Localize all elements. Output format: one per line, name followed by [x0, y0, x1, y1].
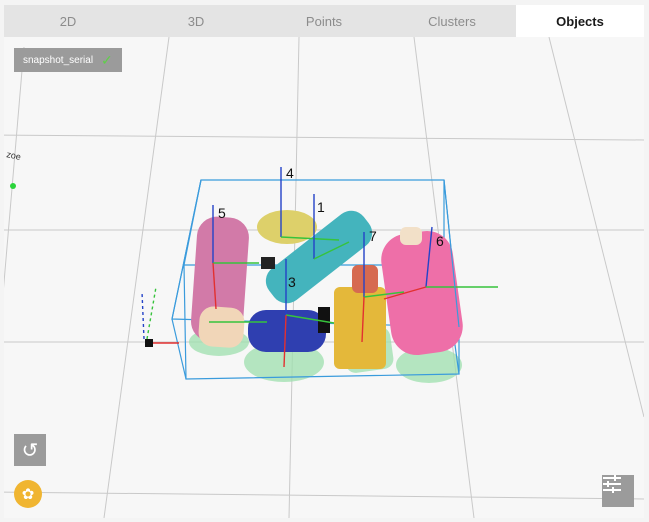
3d-viewport[interactable]: 1 3 4 5 6 7 zoe snapshot_serial ✓ ↺ ✿: [4, 37, 644, 518]
camera-shutter-icon: ✿: [21, 486, 35, 503]
axis-side-label: zoe: [6, 149, 22, 162]
point-cloud-objects: [191, 210, 463, 369]
reset-view-button[interactable]: ↺: [14, 434, 46, 466]
check-icon: ✓: [101, 51, 113, 68]
tab-3d[interactable]: 3D: [132, 5, 260, 37]
object-label-5: 5: [218, 205, 226, 221]
tab-2d[interactable]: 2D: [4, 5, 132, 37]
object-label-1: 1: [317, 199, 325, 215]
reset-view-icon: ↺: [21, 439, 39, 462]
view-tab-bar: 2D 3D Points Clusters Objects: [4, 5, 644, 37]
tune-icon: [603, 475, 621, 493]
tab-objects[interactable]: Objects: [516, 5, 644, 37]
object-label-4: 4: [286, 165, 294, 181]
point-cloud-scene[interactable]: 1 3 4 5 6 7 zoe: [4, 37, 644, 518]
tab-points[interactable]: Points: [260, 5, 388, 37]
object-label-6: 6: [436, 233, 444, 249]
capture-button[interactable]: ✿: [14, 480, 42, 508]
snapshot-label: snapshot_serial: [23, 54, 94, 66]
object-label-7: 7: [369, 228, 377, 244]
settings-button[interactable]: [602, 475, 634, 507]
tab-clusters[interactable]: Clusters: [388, 5, 516, 37]
object-label-3: 3: [288, 274, 296, 290]
world-origin-axes: [10, 183, 179, 347]
snapshot-chip[interactable]: snapshot_serial ✓: [14, 48, 122, 72]
